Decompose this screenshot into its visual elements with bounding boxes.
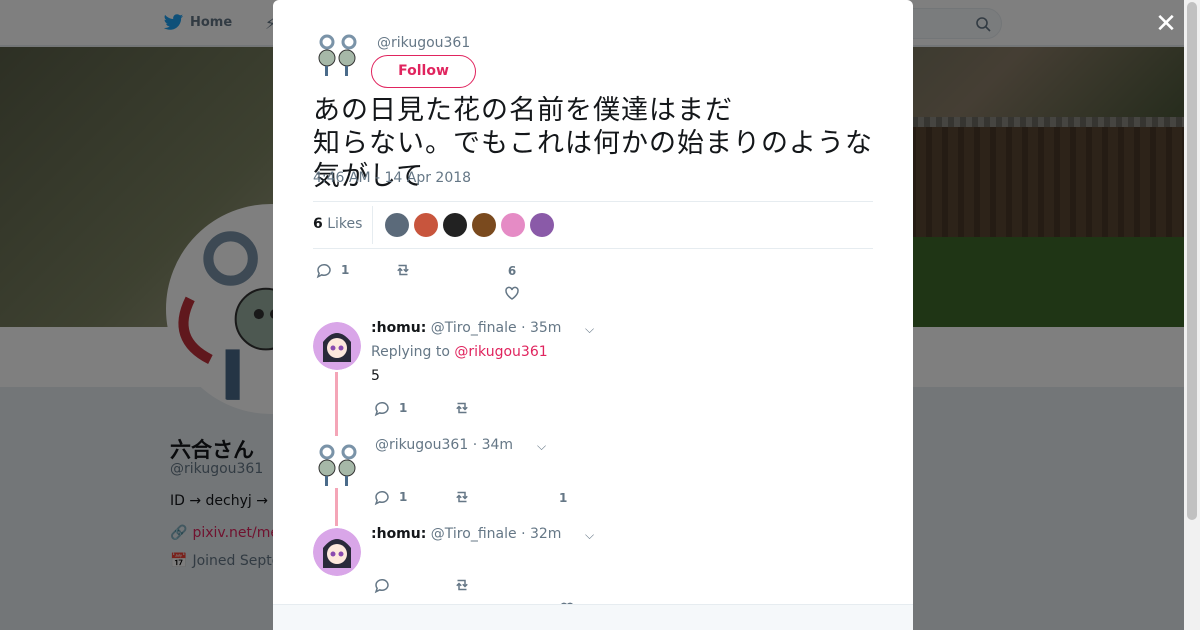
reply-button[interactable]: 1 xyxy=(373,488,407,506)
reply-time[interactable]: · 35m xyxy=(521,320,561,336)
close-icon[interactable]: ✕ xyxy=(1154,11,1178,37)
chevron-down-icon[interactable]: ⌵ xyxy=(537,439,546,454)
reply-text: 5 xyxy=(371,368,380,384)
reply-count: 1 xyxy=(341,263,350,277)
retweet-icon xyxy=(456,402,468,414)
reply-button[interactable]: 1 xyxy=(315,261,349,279)
retweet-button[interactable] xyxy=(453,576,471,594)
replying-to: Replying to @rikugou361 xyxy=(371,344,548,360)
tweet-author-avatar[interactable] xyxy=(313,30,361,78)
chevron-down-icon[interactable]: ⌵ xyxy=(585,528,594,543)
likes-count[interactable]: 6 Likes xyxy=(313,216,362,232)
heart-icon xyxy=(505,286,519,300)
stats-divider xyxy=(372,206,373,244)
modal-footer xyxy=(273,604,913,630)
scrollbar-thumb[interactable] xyxy=(1187,2,1197,520)
retweet-button[interactable] xyxy=(453,399,471,417)
tweet-modal: @rikugou361 Follow あの日見た花の名前を僕達はまだ 知らない。… xyxy=(273,0,913,630)
reply-author-handle[interactable]: @Tiro_finale xyxy=(431,526,517,542)
reply-author-avatar[interactable] xyxy=(313,528,361,576)
retweet-icon xyxy=(397,264,409,276)
reply-author-avatar[interactable] xyxy=(313,322,361,370)
reply-button[interactable]: 1 xyxy=(373,399,407,417)
retweet-icon xyxy=(456,579,468,591)
likes-label: Likes xyxy=(327,216,363,232)
reply-count: 1 xyxy=(399,490,408,504)
reply-author-avatar[interactable] xyxy=(313,440,361,488)
reply-icon xyxy=(374,491,389,506)
reply-time[interactable]: · 32m xyxy=(521,526,561,542)
reply-count: 1 xyxy=(399,401,408,415)
reply-author-name[interactable]: :homu: xyxy=(371,320,426,336)
reply-author-handle[interactable]: @rikugou361 xyxy=(375,437,468,453)
liker-avatar[interactable] xyxy=(443,213,467,237)
reply-header: @rikugou361 · 34m xyxy=(375,437,513,453)
reply-time[interactable]: · 34m xyxy=(473,437,513,453)
reply-icon xyxy=(316,264,331,279)
liker-avatar[interactable] xyxy=(530,213,554,237)
retweet-button[interactable] xyxy=(394,261,412,279)
reply-header: :homu: @Tiro_finale · 35m xyxy=(371,320,561,336)
reply-author-handle[interactable]: @Tiro_finale xyxy=(431,320,517,336)
tweet-timestamp[interactable]: 4:46 AM - 14 Apr 2018 xyxy=(313,170,471,186)
reply-icon xyxy=(374,402,389,417)
liker-avatar[interactable] xyxy=(472,213,496,237)
tweet-author-handle[interactable]: @rikugou361 xyxy=(377,35,470,51)
reply-icon xyxy=(374,579,389,594)
replying-to-handle[interactable]: @rikugou361 xyxy=(454,344,547,360)
follow-button[interactable]: Follow xyxy=(371,55,476,88)
reply-author-name[interactable]: :homu: xyxy=(371,526,426,542)
liker-avatar[interactable] xyxy=(385,213,409,237)
liker-avatar[interactable] xyxy=(414,213,438,237)
reply-header: :homu: @Tiro_finale · 32m xyxy=(371,526,561,542)
likes-number: 6 xyxy=(313,216,323,232)
like-count: 6 xyxy=(507,264,517,278)
liker-avatars xyxy=(385,213,554,237)
like-count: 1 xyxy=(559,491,568,505)
retweet-button[interactable] xyxy=(453,488,471,506)
tweet-text-line-1: あの日見た花の名前を僕達はまだ xyxy=(313,95,733,126)
reply-button[interactable] xyxy=(373,576,391,594)
thread-line xyxy=(335,372,338,436)
like-button[interactable]: 6 xyxy=(503,264,521,302)
liker-avatar[interactable] xyxy=(501,213,525,237)
retweet-icon xyxy=(456,491,468,503)
tweet-stats: 6 Likes xyxy=(313,201,873,249)
chevron-down-icon[interactable]: ⌵ xyxy=(585,322,594,337)
replying-to-prefix: Replying to xyxy=(371,344,450,360)
thread-line xyxy=(335,488,338,526)
like-button[interactable]: 1 xyxy=(559,491,567,505)
scrollbar[interactable] xyxy=(1184,0,1200,630)
